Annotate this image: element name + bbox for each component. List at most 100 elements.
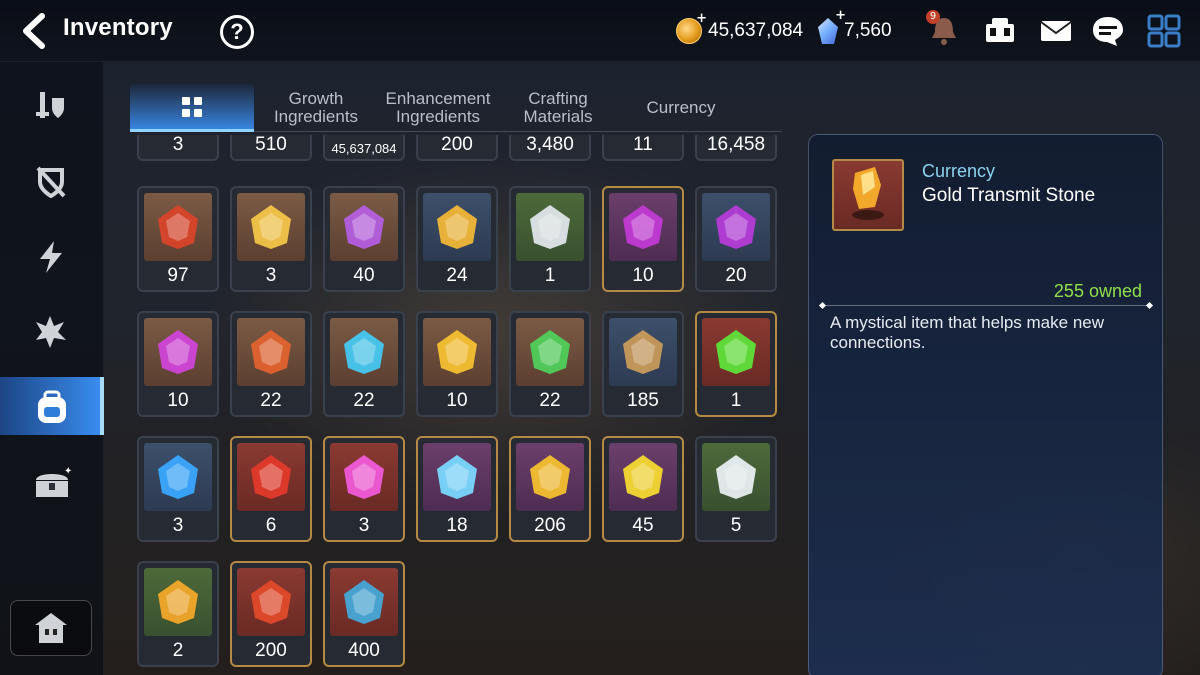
team-icon[interactable] (982, 14, 1018, 48)
burst-icon (36, 316, 66, 348)
detail-item-name: Gold Transmit Stone (922, 185, 1096, 206)
nav-storage[interactable]: ✦ (0, 454, 104, 512)
tab-enhancement-ingredients[interactable]: Enhancement Ingredients (380, 84, 496, 132)
no-shield-icon (36, 166, 66, 199)
item-count: 16,458 (706, 135, 766, 155)
item-count: 20 (725, 265, 747, 286)
tab-currency[interactable]: Currency (626, 84, 736, 132)
potion-icon (344, 455, 384, 499)
inventory-item[interactable]: 3 (230, 186, 312, 292)
item-thumbnail (516, 443, 584, 511)
item-count: 22 (539, 390, 561, 411)
detail-category: Currency (922, 161, 996, 181)
item-count: 200 (255, 640, 287, 661)
item-count: 10 (167, 390, 189, 411)
blue-portal-icon (158, 455, 198, 499)
inventory-item[interactable]: 10 (416, 311, 498, 417)
item-thumbnail (144, 318, 212, 386)
ice-rune-icon (344, 330, 384, 374)
back-arrow-icon[interactable] (16, 12, 52, 50)
inventory-item[interactable]: 22 (323, 311, 405, 417)
red-crystal-icon (251, 455, 291, 499)
menu-grid-icon[interactable] (1146, 14, 1182, 48)
item-thumbnail (330, 318, 398, 386)
blue-shard-icon (344, 580, 384, 624)
page-title: Inventory (63, 14, 173, 41)
inventory-item[interactable]: 10 (137, 311, 219, 417)
inventory-item[interactable]: 24 (416, 186, 498, 292)
light-rune-icon (437, 330, 477, 374)
item-thumbnail (423, 318, 491, 386)
gold-currency[interactable]: + 45,637,084 (676, 11, 804, 46)
inventory-item[interactable]: 3,480 (509, 135, 591, 161)
inventory-item[interactable]: 3 (323, 436, 405, 542)
detail-description: A mystical item that helps make new conn… (830, 313, 1105, 352)
inventory-item[interactable]: 5 (695, 436, 777, 542)
inventory-item[interactable]: 1 (509, 186, 591, 292)
inventory-item[interactable]: 97 (137, 186, 219, 292)
inventory-item[interactable]: 40 (323, 186, 405, 292)
purple-moon-gem-icon (623, 205, 663, 249)
nav-inventory[interactable] (0, 377, 104, 435)
gold-transmit-stone-icon (852, 167, 884, 220)
gold-t-rock-icon (158, 580, 198, 624)
inventory-item[interactable]: 1 (695, 311, 777, 417)
grid-icon (182, 96, 202, 117)
inventory-item[interactable]: 206 (509, 436, 591, 542)
item-thumbnail (702, 318, 770, 386)
inventory-item[interactable]: 18 (416, 436, 498, 542)
inventory-item[interactable]: 185 (602, 311, 684, 417)
item-thumbnail (516, 193, 584, 261)
tab-crafting-materials[interactable]: Crafting Materials (508, 84, 608, 132)
inventory-item[interactable]: 3 (137, 436, 219, 542)
purple-flower-icon (344, 205, 384, 249)
help-button[interactable]: ? (220, 15, 254, 49)
inventory-item[interactable]: 2 (137, 561, 219, 667)
nav-home-button[interactable] (10, 600, 92, 656)
inventory-item[interactable]: 200 (416, 135, 498, 161)
inventory-item[interactable]: 22 (509, 311, 591, 417)
item-thumbnail (330, 443, 398, 511)
purple-rune-icon (158, 330, 198, 374)
inventory-item[interactable]: 11 (602, 135, 684, 161)
inventory-item[interactable]: 200 (230, 561, 312, 667)
gold-amount: 45,637,084 (708, 20, 804, 41)
nav-special[interactable] (0, 302, 104, 360)
nav-catalysts[interactable] (0, 227, 104, 285)
crystal-currency[interactable]: + 7,560 (818, 8, 892, 46)
item-count: 40 (353, 265, 375, 286)
tab-all[interactable] (130, 84, 254, 132)
inventory-item[interactable]: 45,637,084 (323, 135, 405, 161)
nav-equipment[interactable] (0, 76, 104, 134)
inventory-item[interactable]: 10 (602, 186, 684, 292)
item-count: 18 (446, 515, 468, 536)
item-thumbnail (237, 318, 305, 386)
nav-artifacts[interactable] (0, 152, 104, 210)
inventory-item[interactable]: 3 (137, 135, 219, 161)
inventory-item[interactable]: 400 (323, 561, 405, 667)
inventory-item[interactable]: 510 (230, 135, 312, 161)
tab-growth-ingredients[interactable]: Growth Ingredients (264, 84, 368, 132)
top-bar: Inventory ? + 45,637,084 + 7,560 9 (0, 0, 1200, 62)
red-leaf-icon (158, 205, 198, 249)
item-thumbnail (702, 443, 770, 511)
house-icon (35, 613, 67, 643)
purple-shard-icon (716, 205, 756, 249)
item-thumbnail (237, 193, 305, 261)
item-thumbnail (144, 193, 212, 261)
item-count: 3 (172, 135, 184, 155)
inventory-item[interactable]: 45 (602, 436, 684, 542)
mail-icon[interactable] (1038, 14, 1074, 48)
chat-icon[interactable] (1090, 14, 1126, 48)
inventory-item[interactable]: 22 (230, 311, 312, 417)
item-count: 206 (534, 515, 566, 536)
red-shard-icon (251, 580, 291, 624)
inventory-item[interactable]: 20 (695, 186, 777, 292)
detail-item-image (832, 159, 904, 231)
item-thumbnail (516, 318, 584, 386)
svg-text:✦: ✦ (64, 466, 72, 477)
inventory-item[interactable]: 6 (230, 436, 312, 542)
inventory-item[interactable]: 16,458 (695, 135, 777, 161)
item-count: 5 (730, 515, 742, 536)
notification-bell[interactable]: 9 (926, 10, 962, 48)
